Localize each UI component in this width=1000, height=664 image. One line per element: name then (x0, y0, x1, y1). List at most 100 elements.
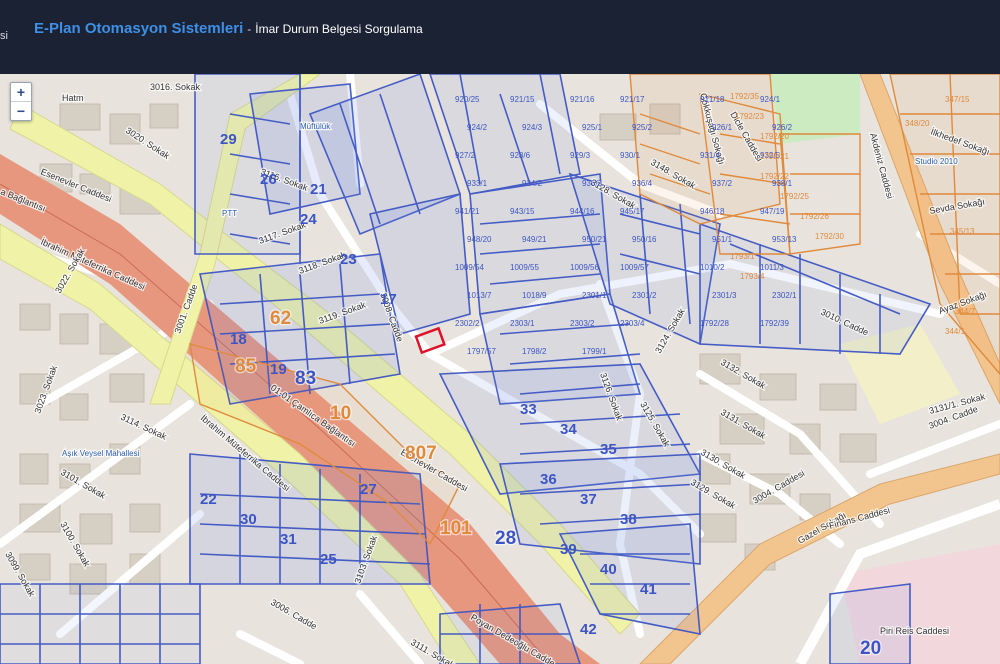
page-subtitle: İmar Durum Belgesi Sorgulama (255, 22, 423, 36)
parcel-id: 927/2 (455, 151, 476, 160)
parcel-id: 1010/2 (700, 263, 725, 272)
parcel-number: 24 (300, 211, 317, 228)
parcel-id: 1009/57 (620, 263, 649, 272)
parcel-id: 1009/54 (455, 263, 484, 272)
parcel-number: 40 (600, 561, 617, 578)
parcel-id: 925/2 (632, 123, 653, 132)
parcel-id: 928/6 (510, 151, 531, 160)
street-label: 3016. Sokak (150, 82, 201, 92)
poi-label: Aşık Veysel Mahallesi (62, 449, 140, 458)
parcel-id: 951/1 (712, 235, 733, 244)
parcel-id-orange: 344/1 (945, 327, 966, 336)
parcel-id: 2301/2 (632, 291, 657, 300)
parcel-number: 25 (320, 551, 337, 568)
parcel-number: 42 (580, 621, 597, 638)
parcel-number: 26 (260, 171, 277, 188)
parcel-number: 27 (360, 481, 377, 498)
parcel-label-large: 807 (405, 443, 437, 464)
parcel-number: 39 (560, 541, 577, 558)
parcel-id: 921/16 (570, 95, 595, 104)
parcel-number: 37 (580, 491, 597, 508)
app-header: si E-Plan Otomasyon Sistemleri - İmar Duru… (0, 0, 1000, 74)
header-edge-text: si (0, 30, 8, 42)
parcel-id: 929/3 (570, 151, 591, 160)
parcel-id: 2301/3 (712, 291, 737, 300)
parcel-id-orange: 1793/1 (730, 252, 755, 261)
title-separator: - (247, 22, 252, 36)
parcel-number: 18 (230, 331, 247, 348)
parcel-number: 30 (240, 511, 257, 528)
parcel-label-large: 62 (270, 308, 291, 329)
parcel-number: 41 (640, 581, 657, 598)
parcel-number: 17 (380, 291, 397, 308)
parcel-label-large: 83 (295, 368, 316, 389)
parcel-id: 921/17 (620, 95, 645, 104)
parcel-id: 2301/1 (582, 291, 607, 300)
parcel-id: 2303/4 (620, 319, 645, 328)
parcel-label-large: 10 (330, 403, 351, 424)
parcel-id: 945/17 (620, 207, 645, 216)
parcel-number: 21 (310, 181, 327, 198)
poi-label: PTT (222, 209, 237, 218)
parcel-id: 930/1 (620, 151, 641, 160)
parcel-id: 1011/3 (760, 263, 784, 272)
parcel-id: 950/16 (632, 235, 657, 244)
poi-label: Studio 2010 (915, 157, 958, 166)
parcel-id-orange: 344/7 (955, 307, 976, 316)
parcel-id: 941/21 (455, 207, 480, 216)
parcel-id: 1798/2 (522, 347, 547, 356)
parcel-id: 2302/2 (455, 319, 480, 328)
parcel-id: 944/16 (570, 207, 595, 216)
parcel-id: 949/21 (522, 235, 547, 244)
parcel-id: 920/25 (455, 95, 480, 104)
parcel-id: 924/3 (522, 123, 543, 132)
parcel-id: 953/13 (772, 235, 797, 244)
parcel-id: 1792/28 (700, 319, 729, 328)
street-label: Hatm (62, 93, 84, 103)
parcel-number: 31 (280, 531, 297, 548)
parcel-id-orange: 345/13 (950, 227, 975, 236)
parcel-label-large: 101 (440, 518, 472, 539)
parcel-id: 1797/57 (467, 347, 496, 356)
parcel-id: 921/18 (700, 95, 725, 104)
zoom-out-button[interactable]: − (11, 101, 31, 120)
parcel-id-orange: 1793/4 (740, 272, 765, 281)
parcel-id-orange: 1792/30 (815, 232, 844, 241)
parcel-label-large: 28 (495, 528, 516, 549)
parcel-id-orange: 1792/35 (730, 92, 759, 101)
parcel-id-orange: 1792/20 (760, 132, 789, 141)
parcel-id: 2302/1 (772, 291, 797, 300)
parcel-id: 1792/39 (760, 319, 789, 328)
parcel-label-large: 20 (860, 638, 881, 659)
parcel-id: 1013/7 (467, 291, 492, 300)
parcel-number: 23 (340, 251, 357, 268)
parcel-id: 921/15 (510, 95, 535, 104)
parcel-id-orange: 347/15 (945, 95, 970, 104)
parcel-id: 924/2 (467, 123, 488, 132)
parcel-id: 1799/1 (582, 347, 607, 356)
parcel-id: 934/2 (522, 179, 543, 188)
zoom-in-button[interactable]: + (11, 83, 31, 101)
parcel-id: 950/21 (582, 235, 607, 244)
parcel-id: 943/15 (510, 207, 535, 216)
app-title[interactable]: E-Plan Otomasyon Sistemleri (34, 20, 243, 37)
map-canvas[interactable]: 3016. SokakHatm3020. SokakEsenevler Cadd… (0, 74, 1000, 664)
parcel-number: 34 (560, 421, 577, 438)
parcel-id: 946/18 (700, 207, 725, 216)
map-viewport[interactable]: 3016. Sokak Hatm 3020. Sokak Esenevler Cadd… (0, 74, 1000, 664)
parcel-id: 931/4 (700, 151, 721, 160)
parcel-id: 926/1 (712, 123, 733, 132)
parcel-id: 2303/1 (510, 319, 535, 328)
parcel-id: 1009/55 (510, 263, 539, 272)
parcel-id: 933/1 (467, 179, 488, 188)
parcel-id-orange: 348/20 (905, 119, 930, 128)
parcel-number: 22 (200, 491, 217, 508)
parcel-id: 925/1 (582, 123, 603, 132)
app-title-row: E-Plan Otomasyon Sistemleri - İmar Durum B… (34, 20, 423, 37)
parcel-id-orange: 1792/21 (760, 152, 789, 161)
parcel-id-orange: 1792/25 (780, 192, 809, 201)
parcel-id: 924/1 (760, 95, 781, 104)
parcel-id: 926/2 (772, 123, 793, 132)
parcel-number: 33 (520, 401, 537, 418)
parcel-id: 935/3 (582, 179, 603, 188)
